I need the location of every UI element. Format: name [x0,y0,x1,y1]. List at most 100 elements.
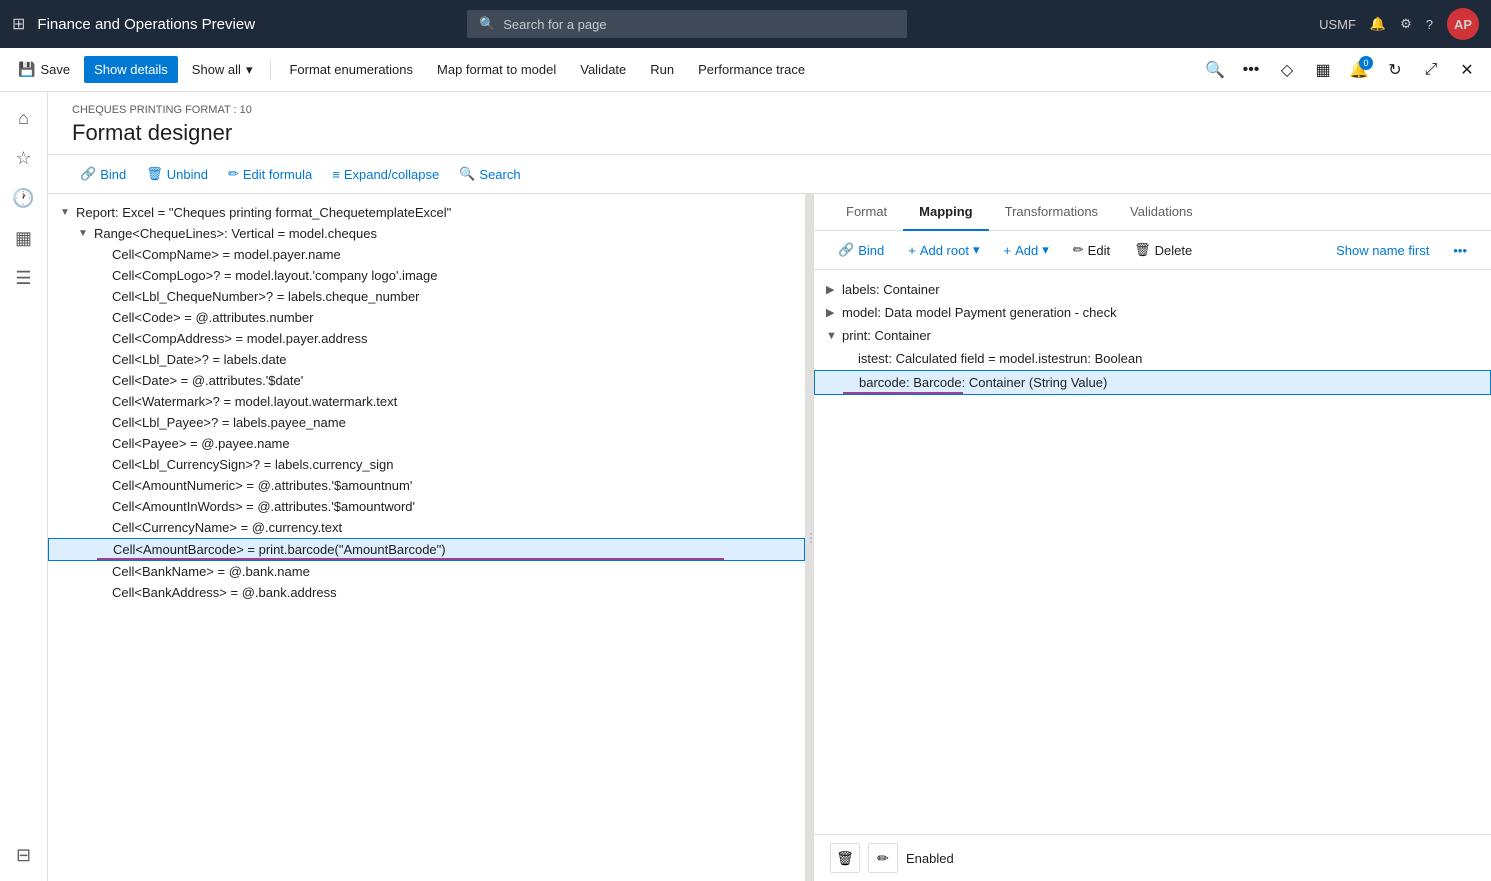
edit-icon: ✏ [228,166,239,182]
breadcrumb: CHEQUES PRINTING FORMAT : 10 [72,104,1467,116]
tree-item-amount-barcode[interactable]: Cell<AmountBarcode> = print.barcode("Amo… [48,538,805,561]
tabs-bar: Format Mapping Transformations Validatio… [814,194,1491,231]
top-right-icons: USMF 🔔 ⚙ ? AP [1319,8,1479,40]
mapping-item-print[interactable]: ▼ print: Container [814,324,1491,347]
performance-trace-button[interactable]: Performance trace [688,56,815,83]
tree-item-complogo[interactable]: Cell<CompLogo>? = model.layout.'company … [48,265,805,286]
page-title: Format designer [72,120,1467,146]
delete-button[interactable]: 🗑 Delete [1126,237,1200,263]
mapping-edit-button[interactable]: ✏ Edit [1065,237,1118,263]
settings-icon[interactable]: ⚙ [1400,16,1412,32]
tree-item-code[interactable]: Cell<Code> = @.attributes.number [48,307,805,328]
add-chevron: ▾ [1042,242,1049,258]
mapping-item-barcode[interactable]: barcode: Barcode: Container (String Valu… [814,370,1491,395]
collapse-range-icon[interactable]: ▼ [78,228,94,239]
bind-icon: 🔗 [80,166,96,182]
badge-button[interactable]: 🔔0 [1343,54,1375,86]
mapping-more-button[interactable]: ••• [1445,238,1475,263]
show-all-button[interactable]: Show all ▾ [182,56,263,84]
search-icon: 🔍 [479,16,495,32]
tree-item-comp-addr[interactable]: Cell<CompAddress> = model.payer.address [48,328,805,349]
map-format-button[interactable]: Map format to model [427,56,566,83]
mapping-tree: ▶ labels: Container ▶ model: Data model … [814,270,1491,834]
tree-item-lbl-payee[interactable]: Cell<Lbl_Payee>? = labels.payee_name [48,412,805,433]
tree-item-range[interactable]: ▼ Range<ChequeLines>: Vertical = model.c… [48,223,805,244]
sidebar-calendar-icon[interactable]: ▦ [6,220,42,256]
validate-button[interactable]: Validate [570,56,636,83]
format-enumerations-button[interactable]: Format enumerations [279,56,423,83]
expand-labels-icon[interactable]: ▶ [826,283,842,296]
expand-print-icon[interactable]: ▼ [826,330,842,342]
unbind-button[interactable]: 🗑 Unbind [138,161,216,187]
app-grid-icon[interactable]: ⊞ [12,14,25,34]
mapping-item-model[interactable]: ▶ model: Data model Payment generation -… [814,301,1491,324]
tree-item-amount-words[interactable]: Cell<AmountInWords> = @.attributes.'$amo… [48,496,805,517]
diamond-icon-button[interactable]: ◇ [1271,54,1303,86]
mapping-item-labels[interactable]: ▶ labels: Container [814,278,1491,301]
columns-icon-button[interactable]: ▦ [1307,54,1339,86]
mapping-item-istest[interactable]: istest: Calculated field = model.istestr… [814,347,1491,370]
status-label: Enabled [906,851,954,866]
tab-validations[interactable]: Validations [1114,194,1209,231]
format-tree-pane: ▼ Report: Excel = "Cheques printing form… [48,194,808,881]
tree-item-payee[interactable]: Cell<Payee> = @.payee.name [48,433,805,454]
search-format-button[interactable]: 🔍 Search [451,161,528,187]
sidebar-list-icon[interactable]: ☰ [6,260,42,296]
tree-item-watermark[interactable]: Cell<Watermark>? = model.layout.watermar… [48,391,805,412]
tree-item-lbl-date[interactable]: Cell<Lbl_Date>? = labels.date [48,349,805,370]
global-search-bar: 🔍 [467,10,907,38]
notification-icon[interactable]: 🔔 [1370,16,1386,32]
add-button[interactable]: + Add ▾ [996,237,1057,263]
format-tree: ▼ Report: Excel = "Cheques printing form… [48,194,805,611]
search-cmd-button[interactable]: 🔍 [1199,54,1231,86]
tree-item-bank-address[interactable]: Cell<BankAddress> = @.bank.address [48,582,805,603]
run-button[interactable]: Run [640,56,684,83]
tree-item-lbl-cheque[interactable]: Cell<Lbl_ChequeNumber>? = labels.cheque_… [48,286,805,307]
save-button[interactable]: 💾 Save [8,55,80,84]
global-search-input[interactable] [503,17,895,32]
expand-collapse-button[interactable]: ≡ Expand/collapse [324,162,447,187]
unbind-icon: 🗑 [146,166,163,182]
more-button[interactable]: ••• [1235,54,1267,86]
tab-transformations[interactable]: Transformations [989,194,1114,231]
tree-item-date[interactable]: Cell<Date> = @.attributes.'$date' [48,370,805,391]
sidebar-recent-icon[interactable]: 🕐 [6,180,42,216]
usmf-label: USMF [1319,17,1356,32]
app-title: Finance and Operations Preview [37,16,255,33]
mapping-bind-button[interactable]: 🔗 Bind [830,237,892,263]
tree-item-compname[interactable]: Cell<CompName> = model.payer.name [48,244,805,265]
tree-item-currency-name[interactable]: Cell<CurrencyName> = @.currency.text [48,517,805,538]
user-avatar[interactable]: AP [1447,8,1479,40]
tree-item-report[interactable]: ▼ Report: Excel = "Cheques printing form… [48,202,805,223]
sidebar-home-icon[interactable]: ⌂ [6,100,42,136]
add-root-button[interactable]: + Add root ▾ [900,237,987,263]
tree-item-amount-numeric[interactable]: Cell<AmountNumeric> = @.attributes.'$amo… [48,475,805,496]
show-details-button[interactable]: Show details [84,56,178,83]
tree-item-lbl-currency[interactable]: Cell<Lbl_CurrencySign>? = labels.currenc… [48,454,805,475]
expand-button[interactable]: ⤢ [1415,54,1447,86]
help-icon[interactable]: ? [1426,17,1433,32]
mapping-edit-icon: ✏ [1073,242,1084,258]
edit-bottom-button[interactable]: ✏ [868,843,898,873]
show-name-first-button[interactable]: Show name first [1328,238,1437,263]
tab-mapping[interactable]: Mapping [903,194,988,231]
content-area: CHEQUES PRINTING FORMAT : 10 Format desi… [48,92,1491,881]
bottom-status-bar: 🗑 ✏ Enabled [814,834,1491,881]
format-toolbar: 🔗 Bind 🗑 Unbind ✏ Edit formula ≡ Expand/… [48,155,1491,194]
sidebar-filter-icon[interactable]: ⊟ [6,837,42,873]
delete-bottom-button[interactable]: 🗑 [830,843,860,873]
separator-1 [270,60,271,80]
sidebar-star-icon[interactable]: ☆ [6,140,42,176]
expand-model-icon[interactable]: ▶ [826,306,842,319]
search-format-icon: 🔍 [459,166,475,182]
expand-collapse-icon: ≡ [332,167,340,182]
add-root-icon: + [908,243,916,258]
close-button[interactable]: ✕ [1451,54,1483,86]
refresh-button[interactable]: ↻ [1379,54,1411,86]
save-icon: 💾 [18,61,35,78]
tree-item-bank-name[interactable]: Cell<BankName> = @.bank.name [48,561,805,582]
collapse-report-icon[interactable]: ▼ [60,207,76,218]
edit-formula-button[interactable]: ✏ Edit formula [220,161,320,187]
bind-button[interactable]: 🔗 Bind [72,161,134,187]
tab-format[interactable]: Format [830,194,903,231]
